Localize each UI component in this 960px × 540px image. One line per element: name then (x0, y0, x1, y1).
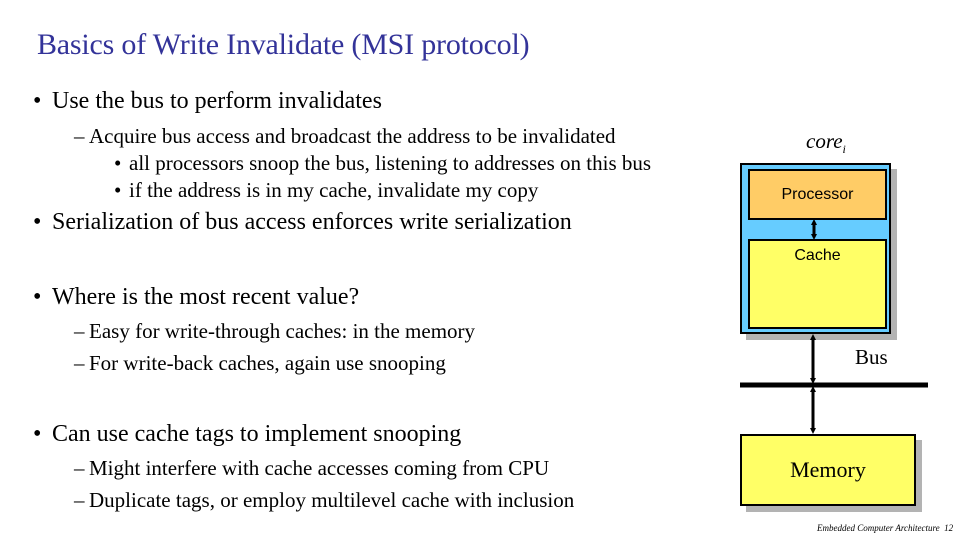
slide-footer: Embedded Computer Architecture 12 (817, 523, 953, 533)
core-label-text: core (806, 129, 843, 153)
bullet-icon: • (114, 151, 122, 175)
sub-item-text: For write-back caches, again use snoopin… (89, 351, 446, 375)
bullet-text: Serialization of bus access enforces wri… (52, 209, 572, 235)
bullet-item: • Serialization of bus access enforces wr… (33, 209, 572, 236)
core-label: corei (806, 129, 846, 157)
page-number: 12 (944, 523, 954, 533)
bullet-text: Use the bus to perform invalidates (52, 88, 382, 114)
bullet-text: Can use cache tags to implement snooping (52, 421, 462, 447)
memory-box: Memory (740, 434, 916, 506)
footer-course: Embedded Computer Architecture (817, 523, 940, 533)
sub-sub-item: • all processors snoop the bus, listening… (114, 151, 651, 176)
sub-sub-item: • if the address is in my cache, invalida… (114, 178, 538, 203)
processor-box: Processor (748, 169, 887, 220)
sub-item: – Duplicate tags, or employ multilevel ca… (74, 488, 574, 513)
sub-item: – Might interfere with cache accesses com… (74, 456, 549, 481)
bus-label: Bus (855, 345, 888, 369)
dash-icon: – (74, 488, 85, 512)
bullet-icon: • (114, 178, 122, 202)
dash-icon: – (74, 456, 85, 480)
dash-icon: – (74, 124, 85, 148)
sub-item-text: Might interfere with cache accesses comi… (89, 456, 550, 480)
sub-sub-item-text: if the address is in my cache, invalidat… (129, 178, 539, 202)
bullet-icon: • (33, 88, 42, 114)
dash-icon: – (74, 351, 85, 375)
bullet-icon: • (33, 421, 42, 447)
bullet-item: • Use the bus to perform invalidates (33, 88, 382, 115)
bullet-text: Where is the most recent value? (52, 284, 360, 310)
bullet-item: • Where is the most recent value? (33, 284, 359, 311)
bullet-item: • Can use cache tags to implement snoopin… (33, 421, 461, 448)
sub-item-text: Easy for write-through caches: in the me… (89, 319, 476, 343)
cache-box: Cache (748, 239, 887, 329)
processor-label: Processor (781, 185, 854, 203)
cache-label: Cache (794, 247, 841, 264)
bullet-icon: • (33, 284, 42, 310)
sub-item: – Acquire bus access and broadcast the ad… (74, 124, 616, 149)
sub-item: – Easy for write-through caches: in the m… (74, 319, 475, 344)
sub-item: – For write-back caches, again use snoopi… (74, 351, 446, 376)
slide-title: Basics of Write Invalidate (MSI protocol… (37, 28, 530, 61)
sub-item-text: Duplicate tags, or employ multilevel cac… (89, 488, 575, 512)
dash-icon: – (74, 319, 85, 343)
bullet-icon: • (33, 209, 42, 235)
core-subscript: i (842, 142, 846, 157)
sub-item-text: Acquire bus access and broadcast the add… (89, 124, 616, 148)
memory-label: Memory (790, 457, 866, 482)
sub-sub-item-text: all processors snoop the bus, listening … (129, 151, 652, 175)
